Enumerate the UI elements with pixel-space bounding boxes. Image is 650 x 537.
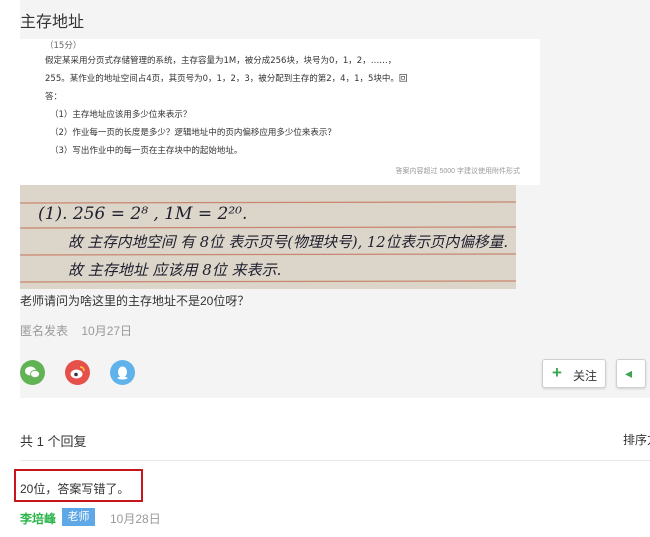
- weibo-share-icon[interactable]: [65, 360, 90, 385]
- question-line: （1）主存地址应该用多少位来表示？: [50, 110, 192, 120]
- ruled-paper: (1). 256 = 2⁸ , 1M = 2²⁰. 故 主存内地空间 有 8位 …: [20, 185, 516, 289]
- question-line: 答：: [45, 92, 63, 102]
- question-author: 匿名发表: [20, 324, 69, 338]
- question-line: （3）写出作业中的每一页在主存块中的起始地址。: [50, 146, 243, 156]
- question-meta: 匿名发表 10月27日: [20, 322, 132, 339]
- question-date: 10月27日: [81, 324, 133, 338]
- handwritten-answer-image[interactable]: (1). 256 = 2⁸ , 1M = 2²⁰. 故 主存内地空间 有 8位 …: [20, 185, 516, 289]
- follow-label: 关注: [573, 369, 598, 383]
- wechat-share-icon[interactable]: [20, 360, 45, 385]
- question-image[interactable]: （15分） 假定某采用分页式存储管理的系统，主存容量为1M，被分成256块，块号…: [20, 39, 540, 185]
- handwriting-line: 故 主存地址 应该用 8位 来表示.: [68, 261, 281, 279]
- more-button[interactable]: ◂: [616, 359, 646, 388]
- reply-author[interactable]: 李培峰: [20, 510, 56, 527]
- handwriting-line: 故 主存内地空间 有 8位 表示页号(物理块号), 12位表示页内偏移量.: [68, 233, 508, 251]
- question-line: 假定某采用分页式存储管理的系统，主存容量为1M，被分成256块，块号为0，1，2…: [45, 56, 397, 66]
- arrow-icon: ◂: [625, 365, 633, 381]
- sort-toggle[interactable]: 排序方: [623, 431, 650, 448]
- question-title: 主存地址: [20, 14, 85, 31]
- handwriting-line: (1). 256 = 2⁸ , 1M = 2²⁰.: [38, 204, 247, 224]
- length-note: 答案内容超过 5000 字建议使用附件形式: [395, 168, 520, 175]
- question-line: 255。某作业的地址空间占4页，其页号为0，1，2，3，被分配到主存的第2，4，…: [45, 74, 408, 84]
- reply-text: 20位，答案写错了。: [20, 482, 130, 496]
- plus-icon: +: [552, 363, 562, 382]
- divider: [20, 460, 650, 461]
- question-points: （15分）: [45, 41, 82, 51]
- reply-count: 共 1 个回复: [20, 434, 87, 449]
- follow-button[interactable]: + 关注: [542, 359, 606, 388]
- question-body: 老师请问为啥这里的主存地址不是20位呀？: [20, 294, 250, 308]
- qq-share-icon[interactable]: [110, 360, 135, 385]
- reply-date: 10月28日: [110, 512, 161, 526]
- teacher-badge: 老师: [62, 508, 95, 526]
- question-line: （2）作业每一页的长度是多少？逻辑地址中的页内偏移应用多少位来表示？: [50, 128, 336, 138]
